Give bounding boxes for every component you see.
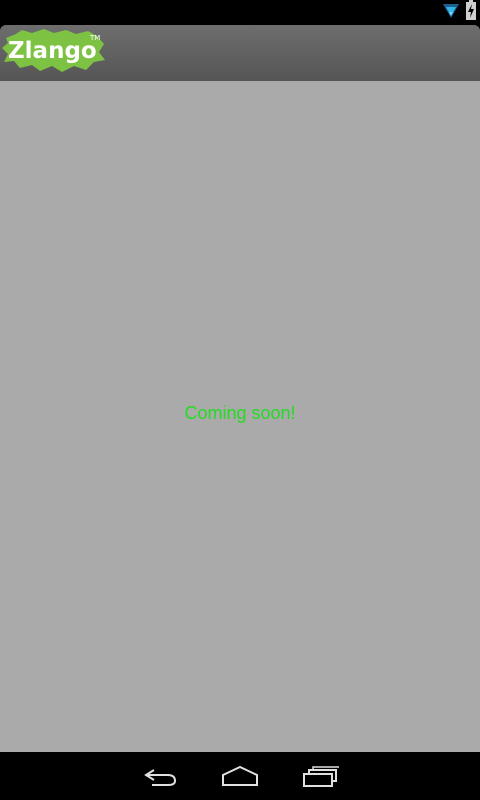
battery-charging-icon <box>466 0 476 25</box>
recent-apps-button[interactable] <box>299 762 343 790</box>
status-bar <box>0 0 480 25</box>
logo-text: Zlango <box>8 38 97 64</box>
zlango-logo[interactable]: Zlango TM <box>2 28 106 74</box>
back-button[interactable] <box>138 762 182 790</box>
navigation-bar <box>0 752 480 800</box>
coming-soon-message: Coming soon! <box>184 403 296 423</box>
app-header: Zlango TM <box>0 25 480 81</box>
home-icon <box>222 765 258 786</box>
back-icon <box>144 769 177 786</box>
main-content: Coming soon! <box>0 81 480 752</box>
app-screen: Zlango TM Coming soon! <box>0 0 480 800</box>
status-icons <box>442 0 476 25</box>
logo-trademark: TM <box>89 34 100 42</box>
recent-apps-icon <box>303 766 339 787</box>
wifi-icon <box>442 1 460 24</box>
home-button[interactable] <box>218 762 262 790</box>
